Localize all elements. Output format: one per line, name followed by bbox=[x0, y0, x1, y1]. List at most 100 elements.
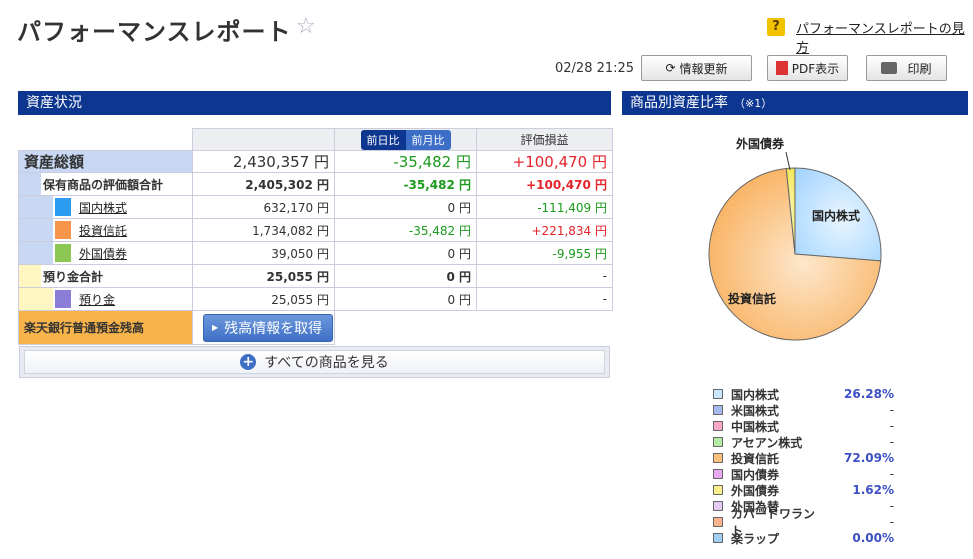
help-link[interactable]: パフォーマンスレポートの見方 bbox=[796, 18, 973, 56]
print-label: 印刷 bbox=[907, 61, 932, 76]
help-icon[interactable]: ? bbox=[767, 18, 785, 36]
legend-name: 楽ラップ bbox=[731, 531, 780, 546]
page-title: パフォーマンスレポート bbox=[17, 18, 292, 46]
legend-item: アセアン株式 - bbox=[713, 434, 894, 450]
legend-pct: - bbox=[889, 419, 894, 433]
foreign-bond-leader-line bbox=[785, 151, 791, 171]
all-products-label: すべての商品を見る bbox=[264, 355, 389, 371]
funds-profit: +221,834 円 bbox=[476, 218, 613, 242]
ratio-section-header: 商品別資産比率 （※1） bbox=[622, 91, 968, 115]
table-row: 投資信託 1,734,082 円 -35,482 円 +221,834 円 bbox=[18, 218, 613, 242]
asset-ratio-pie-chart: 外国債券 国内株式 投資信託 bbox=[708, 136, 882, 341]
legend-name: 国内株式 bbox=[731, 387, 780, 402]
foreign-bond-profit: -9,955 円 bbox=[476, 241, 613, 265]
table-row: 預り金合計 25,055 円 0 円 - bbox=[18, 264, 613, 288]
legend-name: 外国債券 bbox=[731, 483, 780, 498]
legend-pct: 1.62% bbox=[852, 483, 894, 497]
pie-label-foreign-bond: 外国債券 bbox=[736, 136, 785, 151]
funds-swatch bbox=[55, 221, 71, 239]
favorite-star-icon[interactable]: ☆ bbox=[296, 14, 316, 39]
total-value: 2,430,357 円 bbox=[192, 150, 335, 173]
total-label: 資産総額 bbox=[18, 150, 193, 173]
legend-name: 中国株式 bbox=[731, 419, 780, 434]
table-row: 預り金 25,055 円 0 円 - bbox=[18, 287, 613, 311]
domestic-stock-swatch bbox=[55, 198, 71, 216]
get-balance-label: 残高情報を取得 bbox=[224, 320, 323, 337]
pie-label-funds: 投資信託 bbox=[728, 291, 776, 306]
holdings-label: 保有商品の評価額合計 bbox=[43, 177, 164, 192]
deposit-total-label: 預り金合計 bbox=[43, 269, 104, 284]
funds-value: 1,734,082 円 bbox=[192, 218, 335, 242]
legend-swatch bbox=[713, 421, 723, 431]
legend-name: アセアン株式 bbox=[731, 435, 803, 450]
refresh-button[interactable]: ⟳ 情報更新 bbox=[641, 55, 752, 81]
pdf-label: PDF表示 bbox=[791, 61, 840, 76]
domestic-stock-link[interactable]: 国内株式 bbox=[79, 199, 127, 216]
table-row: 保有商品の評価額合計 2,405,302 円 -35,482 円 +100,47… bbox=[18, 172, 613, 196]
foreign-bond-change: 0 円 bbox=[334, 241, 477, 265]
domestic-stock-change: 0 円 bbox=[334, 195, 477, 219]
pdf-icon bbox=[775, 61, 788, 75]
pie-label-domestic: 国内株式 bbox=[812, 208, 860, 223]
deposit-total-change: 0 円 bbox=[334, 264, 477, 288]
legend-item: 国内債券 - bbox=[713, 466, 894, 482]
total-change: -35,482 円 bbox=[334, 150, 477, 173]
ratio-title: 商品別資産比率 bbox=[630, 95, 728, 111]
change-toggle: 前日比 前月比 bbox=[360, 129, 451, 150]
legend-swatch bbox=[713, 405, 723, 415]
table-row: 楽天銀行普通預金残高 ▶ 残高情報を取得 bbox=[18, 310, 613, 345]
legend-swatch bbox=[713, 501, 723, 511]
legend-name: 米国株式 bbox=[731, 403, 780, 418]
foreign-bond-link[interactable]: 外国債券 bbox=[79, 245, 127, 262]
pdf-button[interactable]: PDF表示 bbox=[767, 55, 848, 81]
deposit-link[interactable]: 預り金 bbox=[79, 291, 115, 308]
legend-name: 投資信託 bbox=[731, 451, 780, 466]
legend-item: 国内株式 26.28% bbox=[713, 386, 894, 402]
legend-pct: - bbox=[889, 435, 894, 449]
all-products-button[interactable]: + すべての商品を見る bbox=[24, 350, 605, 374]
assets-table: 前日比 前月比 評価損益 資産総額 2,430,357 円 -35,482 円 +… bbox=[18, 128, 613, 345]
legend-item: 中国株式 - bbox=[713, 418, 894, 434]
all-products-bar: + すべての商品を見る bbox=[19, 346, 610, 378]
ratio-note: （※1） bbox=[734, 97, 773, 110]
legend-swatch bbox=[713, 485, 723, 495]
deposit-total-profit: - bbox=[476, 264, 613, 288]
holdings-value: 2,405,302 円 bbox=[192, 172, 335, 196]
legend-pct: 0.00% bbox=[852, 531, 894, 545]
legend-pct: 26.28% bbox=[844, 387, 894, 401]
domestic-stock-value: 632,170 円 bbox=[192, 195, 335, 219]
play-icon: ▶ bbox=[212, 323, 219, 332]
refresh-icon: ⟳ bbox=[665, 61, 676, 75]
legend-pct: - bbox=[889, 467, 894, 481]
eval-header: 評価損益 bbox=[476, 128, 613, 151]
legend-pct: 72.09% bbox=[844, 451, 894, 465]
total-profit: +100,470 円 bbox=[476, 150, 613, 173]
ratio-legend: 国内株式 26.28% 米国株式 - 中国株式 - アセアン株式 - 投資信託 72.09% 国内債… bbox=[713, 386, 894, 546]
legend-swatch bbox=[713, 453, 723, 463]
print-button[interactable]: 印刷 bbox=[866, 55, 947, 81]
holdings-profit: +100,470 円 bbox=[476, 172, 613, 196]
legend-swatch bbox=[713, 533, 723, 543]
assets-section-header: 資産状況 bbox=[18, 91, 611, 115]
legend-item: 外国債券 1.62% bbox=[713, 482, 894, 498]
get-balance-button[interactable]: ▶ 残高情報を取得 bbox=[203, 313, 334, 342]
deposit-profit: - bbox=[476, 287, 613, 311]
legend-item: カバードワラント - bbox=[713, 507, 894, 538]
legend-pct: - bbox=[889, 499, 894, 513]
foreign-bond-value: 39,050 円 bbox=[192, 241, 335, 265]
toggle-day[interactable]: 前日比 bbox=[360, 129, 406, 150]
deposit-swatch bbox=[55, 290, 71, 308]
table-row: 国内株式 632,170 円 0 円 -111,409 円 bbox=[18, 195, 613, 219]
legend-swatch bbox=[713, 389, 723, 399]
foreign-bond-swatch bbox=[55, 244, 71, 262]
legend-pct: - bbox=[889, 403, 894, 417]
funds-link[interactable]: 投資信託 bbox=[79, 222, 127, 239]
deposit-change: 0 円 bbox=[334, 287, 477, 311]
toggle-month[interactable]: 前月比 bbox=[405, 129, 451, 150]
table-row: 外国債券 39,050 円 0 円 -9,955 円 bbox=[18, 241, 613, 265]
legend-swatch bbox=[713, 469, 723, 479]
legend-swatch bbox=[713, 517, 723, 527]
printer-icon bbox=[881, 62, 898, 74]
plus-icon: + bbox=[240, 354, 257, 370]
update-timestamp: 02/28 21:25 bbox=[555, 61, 635, 76]
